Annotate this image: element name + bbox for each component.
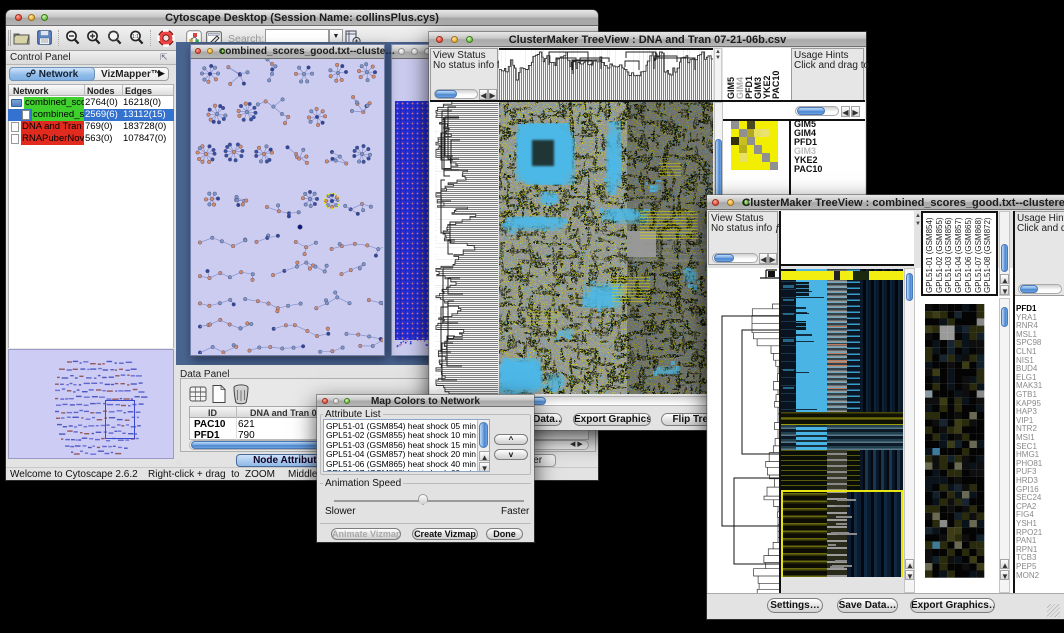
svg-text:1:1: 1:1	[132, 34, 139, 40]
